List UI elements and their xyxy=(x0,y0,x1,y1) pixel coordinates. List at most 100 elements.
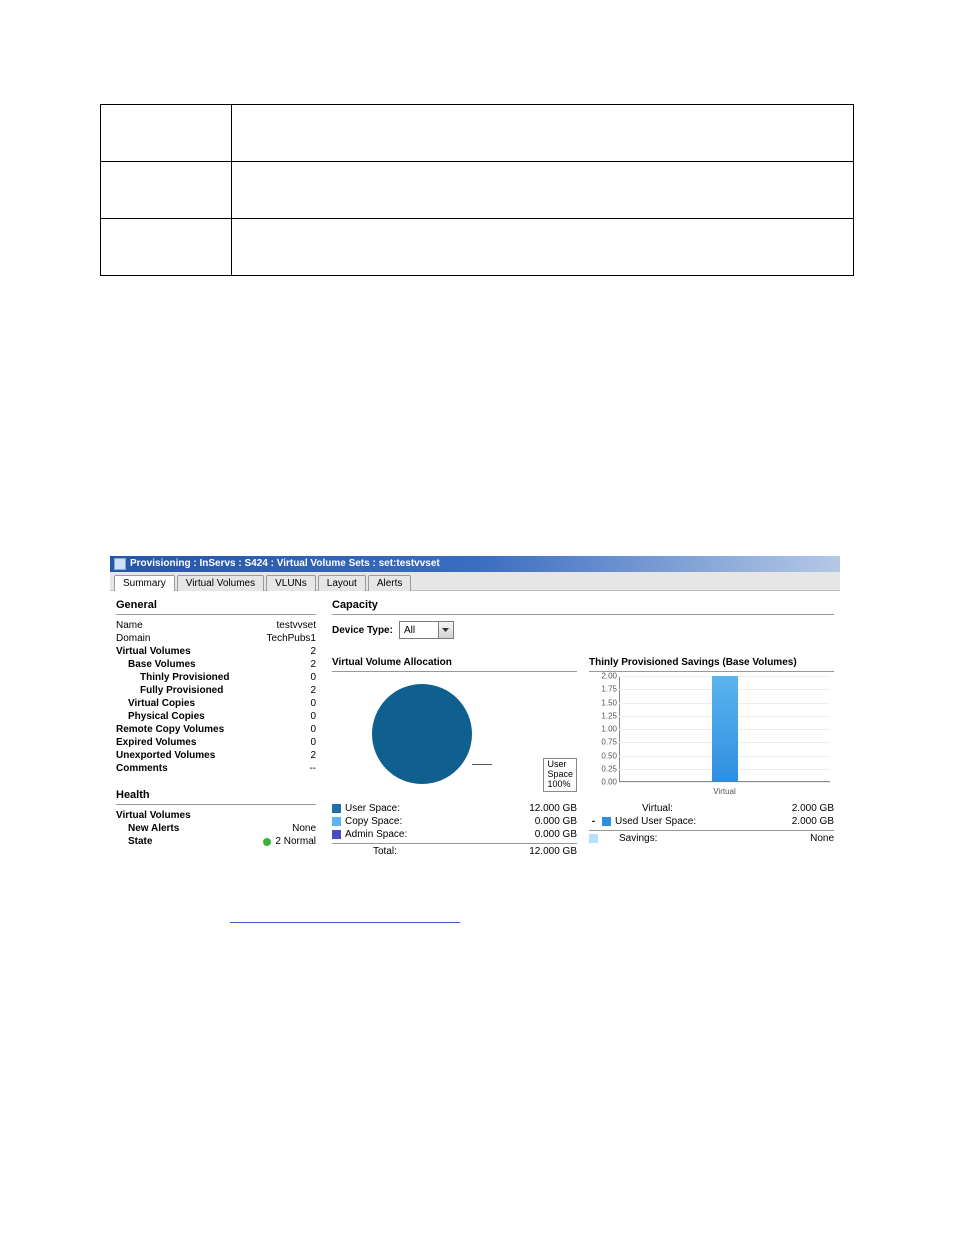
vvset-summary-panel: Provisioning : InServs : S424 : Virtual … xyxy=(110,556,840,862)
window-icon xyxy=(114,558,126,570)
kv-value: TechPubs1 xyxy=(267,633,316,644)
chart-tick-label: 0.75 xyxy=(589,738,617,747)
chart-tick-label: 1.75 xyxy=(589,685,617,694)
legend-swatch-icon xyxy=(589,804,598,813)
tab-bar: Summary Virtual Volumes VLUNs Layout Ale… xyxy=(110,572,840,591)
legend-value: 2.000 GB xyxy=(768,816,834,827)
device-type-row: Device Type: All xyxy=(332,621,834,639)
legend-row: - Used User Space: 2.000 GB xyxy=(589,815,834,828)
general-column: General Nametestvvset DomainTechPubs1 Vi… xyxy=(116,595,316,858)
chart-tick-label: 1.25 xyxy=(589,711,617,720)
legend-swatch-icon xyxy=(589,834,598,843)
table-cell xyxy=(232,162,853,218)
kv-new-alerts: New Alerts None xyxy=(116,822,316,835)
legend-label: User Space: xyxy=(345,803,511,814)
table-cell xyxy=(101,219,232,275)
allocation-heading: Virtual Volume Allocation xyxy=(332,653,577,672)
allocation-legend: User Space: 12.000 GB Copy Space: 0.000 … xyxy=(332,802,577,858)
link-underline xyxy=(230,922,460,923)
kv-state: State 2 Normal xyxy=(116,835,316,848)
chevron-down-icon xyxy=(438,622,453,638)
kv-value: -- xyxy=(309,763,316,774)
kv-label: Name xyxy=(116,620,143,631)
kv-label: Thinly Provisioned xyxy=(116,672,229,683)
kv-label: Expired Volumes xyxy=(116,737,196,748)
device-type-value: All xyxy=(400,625,438,636)
chart-bar xyxy=(712,676,738,782)
pie-slice-user-space xyxy=(372,684,472,784)
kv-physical-copies: Physical Copies0 xyxy=(116,710,316,723)
tab-summary[interactable]: Summary xyxy=(114,575,175,591)
tab-virtual-volumes[interactable]: Virtual Volumes xyxy=(177,575,264,591)
legend-label: Total: xyxy=(345,846,511,857)
capacity-heading: Capacity xyxy=(332,595,834,615)
allocation-block: Virtual Volume Allocation User Space 100… xyxy=(332,647,577,858)
table-row xyxy=(101,219,853,276)
savings-legend: Virtual: 2.000 GB - Used User Space: 2.0… xyxy=(589,802,834,845)
chart-tick-label: 0.50 xyxy=(589,751,617,760)
kv-label: Comments xyxy=(116,763,168,774)
legend-value: 0.000 GB xyxy=(511,829,577,840)
pie-callout-line xyxy=(472,764,492,765)
legend-label: Savings: xyxy=(602,833,768,844)
pie-callout-label: User Space 100% xyxy=(543,758,577,792)
chart-tick-label: 0.00 xyxy=(589,778,617,787)
legend-value: 12.000 GB xyxy=(511,803,577,814)
chart-tick-label: 1.00 xyxy=(589,725,617,734)
legend-label: Copy Space: xyxy=(345,816,511,827)
kv-name: Name testvvset xyxy=(116,619,316,632)
legend-savings-row: Savings: None xyxy=(589,830,834,845)
device-type-label: Device Type: xyxy=(332,625,393,636)
legend-label: Virtual: xyxy=(602,803,768,814)
chart-gridline xyxy=(619,782,830,783)
kv-value: None xyxy=(292,823,316,834)
kv-label: Physical Copies xyxy=(116,711,205,722)
window-title: Provisioning : InServs : S424 : Virtual … xyxy=(130,556,440,572)
kv-label: New Alerts xyxy=(116,823,179,834)
legend-value: 2.000 GB xyxy=(768,803,834,814)
legend-row: Copy Space: 0.000 GB xyxy=(332,815,577,828)
status-dot-icon xyxy=(263,838,271,846)
legend-swatch-icon xyxy=(332,847,341,856)
legend-total-row: Total: 12.000 GB xyxy=(332,843,577,858)
kv-label: Fully Provisioned xyxy=(116,685,223,696)
table-skeleton xyxy=(100,104,854,276)
kv-expired-volumes: Expired Volumes0 xyxy=(116,736,316,749)
tab-alerts[interactable]: Alerts xyxy=(368,575,412,591)
kv-value: testvvset xyxy=(277,620,316,631)
kv-label: Unexported Volumes xyxy=(116,750,215,761)
legend-value: None xyxy=(768,833,834,844)
state-text: 2 Normal xyxy=(275,836,316,847)
legend-swatch-icon xyxy=(332,804,341,813)
kv-label: Virtual Copies xyxy=(116,698,195,709)
kv-comments: Comments -- xyxy=(116,762,316,775)
table-cell xyxy=(232,219,853,275)
health-heading: Health xyxy=(116,785,316,805)
kv-remote-copy-volumes: Remote Copy Volumes0 xyxy=(116,723,316,736)
savings-heading: Thinly Provisioned Savings (Base Volumes… xyxy=(589,653,834,672)
savings-bar-chart: 0.000.250.500.751.001.251.501.752.00Virt… xyxy=(589,676,834,796)
legend-swatch-icon xyxy=(332,830,341,839)
chart-tick-label: 2.00 xyxy=(589,672,617,681)
capacity-column: Capacity Device Type: All Virtual Volume… xyxy=(316,595,834,858)
kv-fully-provisioned: Fully Provisioned2 xyxy=(116,684,316,697)
health-sub-heading: Virtual Volumes xyxy=(116,809,316,822)
table-cell xyxy=(232,105,853,161)
kv-virtual-volumes: Virtual Volumes2 xyxy=(116,645,316,658)
legend-row: Virtual: 2.000 GB xyxy=(589,802,834,815)
pie-callout-text: 100% xyxy=(547,780,573,790)
table-row xyxy=(101,105,853,162)
legend-dash-icon: - xyxy=(589,816,598,827)
legend-label: Used User Space: xyxy=(615,816,768,827)
tab-layout[interactable]: Layout xyxy=(318,575,366,591)
device-type-select[interactable]: All xyxy=(399,621,454,639)
kv-unexported-volumes: Unexported Volumes2 xyxy=(116,749,316,762)
kv-base-volumes: Base Volumes2 xyxy=(116,658,316,671)
general-heading: General xyxy=(116,595,316,615)
tab-vluns[interactable]: VLUNs xyxy=(266,575,316,591)
chart-tick-label: 0.25 xyxy=(589,764,617,773)
legend-label: Admin Space: xyxy=(345,829,511,840)
legend-swatch-icon xyxy=(332,817,341,826)
legend-row: User Space: 12.000 GB xyxy=(332,802,577,815)
chart-tick-label: 1.50 xyxy=(589,698,617,707)
